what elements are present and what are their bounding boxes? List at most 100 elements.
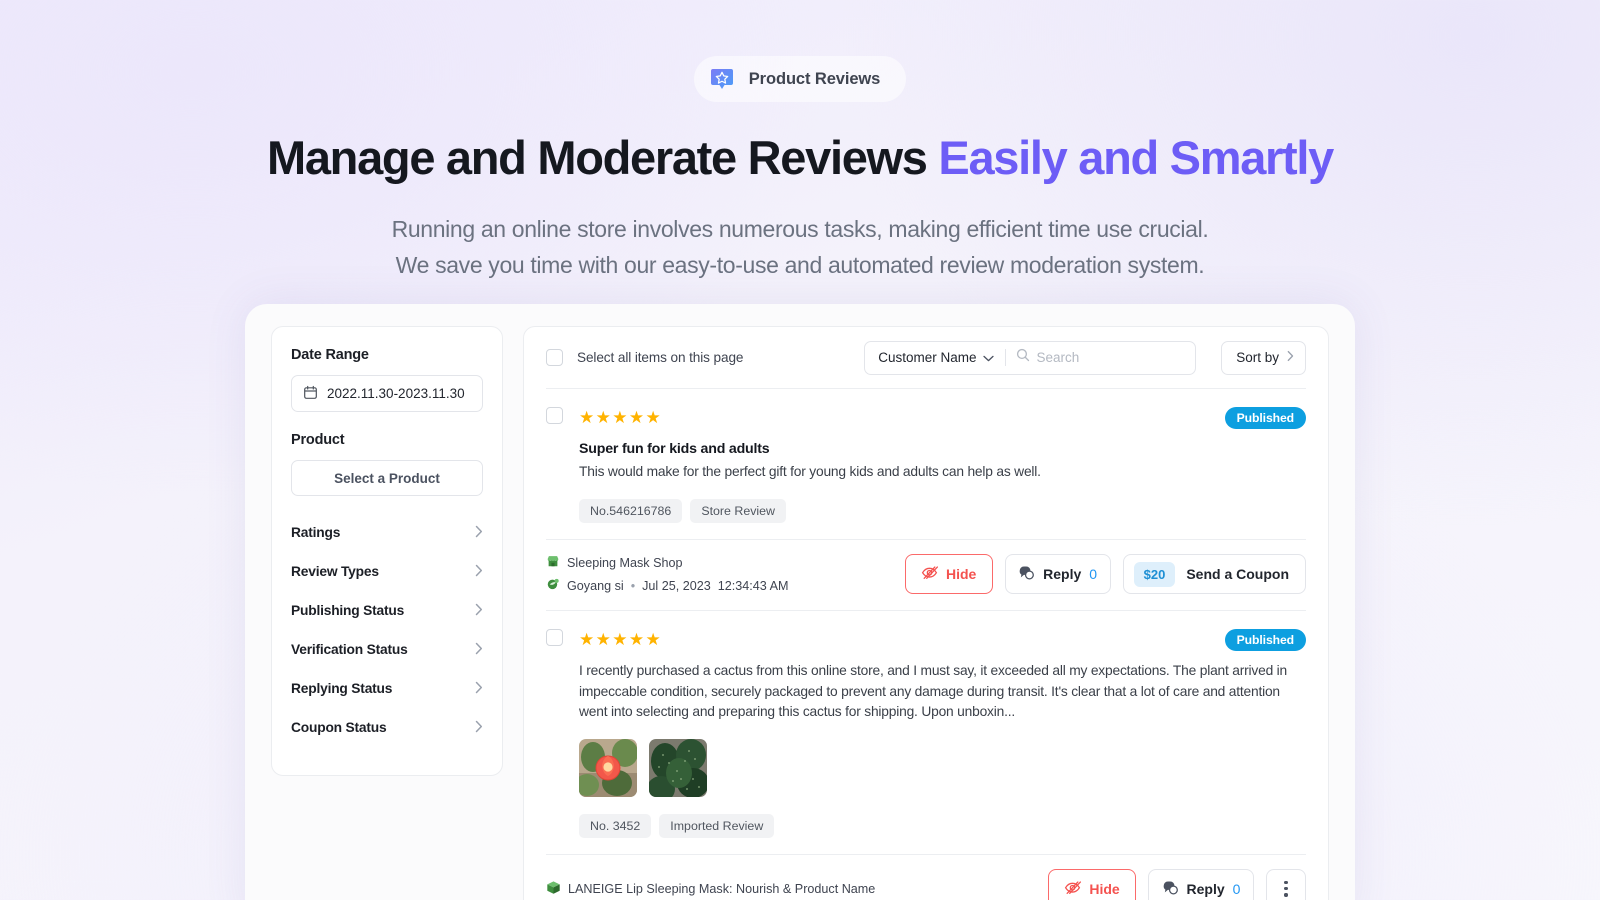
hide-eye-slash-icon <box>1064 879 1082 899</box>
chevron-right-icon <box>475 642 483 658</box>
more-dot <box>1284 893 1288 897</box>
review-image-cactus-flower[interactable] <box>579 738 637 797</box>
chevron-down-icon <box>982 350 994 365</box>
filter-label: Replying Status <box>291 681 393 696</box>
review-date: Jul 25, 2023 <box>642 578 711 593</box>
filter-item-publishing-status[interactable]: Publishing Status <box>291 591 483 630</box>
send-coupon-button[interactable]: $20 Send a Coupon <box>1122 554 1306 595</box>
review-tags: No. 3452 Imported Review <box>579 813 1306 838</box>
review-footer: Sleeping Mask Shop Goyang si • Jul 25, 2… <box>546 539 1306 610</box>
reviews-panel: Select all items on this page Customer N… <box>523 326 1329 900</box>
rating-stars: ★★★★★ <box>579 408 663 427</box>
review-footer: LANEIGE Lip Sleeping Mask: Nourish & Pro… <box>546 853 1306 900</box>
reviews-toolbar: Select all items on this page Customer N… <box>546 327 1306 389</box>
more-dot <box>1284 880 1288 884</box>
filter-sidebar: Date Range 2022.11.30-2023.11.30 Product… <box>271 326 503 776</box>
rating-stars: ★★★★★ <box>579 630 663 650</box>
select-all-checkbox[interactable] <box>546 349 563 366</box>
filter-label: Ratings <box>291 525 341 540</box>
reviews-app-window: Date Range 2022.11.30-2023.11.30 Product… <box>245 304 1355 900</box>
review-title: Super fun for kids and adults <box>579 441 770 457</box>
filter-label: Verification Status <box>291 642 408 657</box>
chevron-right-icon <box>475 720 483 736</box>
review-item: ★★★★★ Published I recently purchased a c… <box>546 610 1306 900</box>
filter-label: Coupon Status <box>291 720 387 735</box>
subtitle-line-2: We save you time with our easy-to-use an… <box>395 251 1205 278</box>
product-select[interactable]: Select a Product <box>291 460 483 496</box>
reply-count: 0 <box>1089 566 1098 583</box>
chevron-right-icon <box>475 603 483 619</box>
filter-item-review-types[interactable]: Review Types <box>291 552 483 591</box>
shop-name: Sleeping Mask Shop <box>567 555 683 570</box>
date-range-label: Date Range <box>291 347 369 363</box>
reply-chat-icon <box>1162 879 1179 899</box>
chevron-right-icon <box>475 681 483 697</box>
review-header: ★★★★★ Published <box>546 407 1306 429</box>
reply-chat-icon <box>1018 564 1035 584</box>
filter-list: Ratings Review Types Publishing Status V… <box>291 513 483 747</box>
sort-by-button[interactable]: Sort by <box>1221 340 1306 375</box>
coupon-amount-badge: $20 <box>1133 561 1176 587</box>
chevron-right-icon <box>475 564 483 580</box>
search-field-value: Customer Name <box>878 350 977 365</box>
reply-label: Reply <box>1186 880 1225 897</box>
product-reviews-badge: Product Reviews <box>693 56 907 102</box>
search-field-dropdown[interactable]: Customer Name <box>865 350 1004 365</box>
review-number-tag: No.546216786 <box>579 499 683 524</box>
review-tags: No.546216786 Store Review <box>579 499 1306 524</box>
page-subtitle: Running an online store involves numerou… <box>0 211 1600 284</box>
filter-item-replying-status[interactable]: Replying Status <box>291 669 483 708</box>
review-text: I recently purchased a cactus from this … <box>579 663 1288 720</box>
date-range-input[interactable]: 2022.11.30-2023.11.30 <box>291 375 483 412</box>
hide-button[interactable]: Hide <box>904 554 993 595</box>
select-all-label: Select all items on this page <box>577 350 744 365</box>
location-pin-icon <box>546 577 560 594</box>
review-item: ★★★★★ Published Super fun for kids and a… <box>546 389 1306 610</box>
review-text: This would make for the perfect gift for… <box>579 464 1041 479</box>
review-type-tag: Imported Review <box>659 813 775 838</box>
status-badge: Published <box>1224 629 1306 652</box>
filter-item-coupon-status[interactable]: Coupon Status <box>291 708 483 747</box>
hide-label: Hide <box>1089 880 1120 897</box>
product-line: LANEIGE Lip Sleeping Mask: Nourish & Pro… <box>546 880 875 898</box>
search-input[interactable]: Search <box>1006 348 1196 367</box>
review-image-prickly-pear[interactable] <box>649 738 707 797</box>
filter-label: Review Types <box>291 564 379 579</box>
review-checkbox[interactable] <box>546 629 563 647</box>
review-number-tag: No. 3452 <box>579 813 652 838</box>
reply-count: 0 <box>1232 880 1241 897</box>
meta-separator: • <box>630 578 636 593</box>
review-time: 12:34:43 AM <box>717 578 789 593</box>
review-body: I recently purchased a cactus from this … <box>546 661 1306 838</box>
filter-item-verification-status[interactable]: Verification Status <box>291 630 483 669</box>
date-range-value: 2022.11.30-2023.11.30 <box>327 386 465 401</box>
star-pin-icon <box>708 65 736 93</box>
shop-icon <box>546 554 560 571</box>
headline-main: Manage and Moderate Reviews <box>266 131 939 184</box>
review-checkbox[interactable] <box>546 407 563 424</box>
review-actions: Hide Reply 0 <box>1048 868 1306 900</box>
location-date-line: Goyang si • Jul 25, 2023 12:34:43 AM <box>546 577 788 594</box>
more-dot <box>1284 886 1288 891</box>
product-label: Product <box>291 432 345 448</box>
sort-by-label: Sort by <box>1236 350 1279 365</box>
reply-button[interactable]: Reply 0 <box>1148 868 1254 900</box>
review-actions: Hide Reply 0 $20 Send a Coupon <box>904 554 1306 595</box>
product-box-icon <box>546 880 561 898</box>
send-coupon-label: Send a Coupon <box>1186 566 1289 583</box>
hide-eye-slash-icon <box>921 564 938 584</box>
calendar-icon <box>303 385 318 403</box>
subtitle-line-1: Running an online store involves numerou… <box>391 215 1209 242</box>
chevron-right-icon <box>475 525 483 541</box>
product-select-text: Select a Product <box>334 470 440 486</box>
review-thumbnails <box>579 738 1306 797</box>
search-icon <box>1016 348 1030 367</box>
review-body: Super fun for kids and adults This would… <box>546 441 1306 524</box>
more-options-button[interactable] <box>1266 868 1306 900</box>
location-name: Goyang si <box>567 578 624 593</box>
filter-item-ratings[interactable]: Ratings <box>291 513 483 552</box>
hide-button[interactable]: Hide <box>1048 868 1136 900</box>
review-meta: Sleeping Mask Shop Goyang si • Jul 25, 2… <box>546 554 788 594</box>
reply-button[interactable]: Reply 0 <box>1004 554 1111 595</box>
review-header: ★★★★★ Published <box>546 629 1306 652</box>
